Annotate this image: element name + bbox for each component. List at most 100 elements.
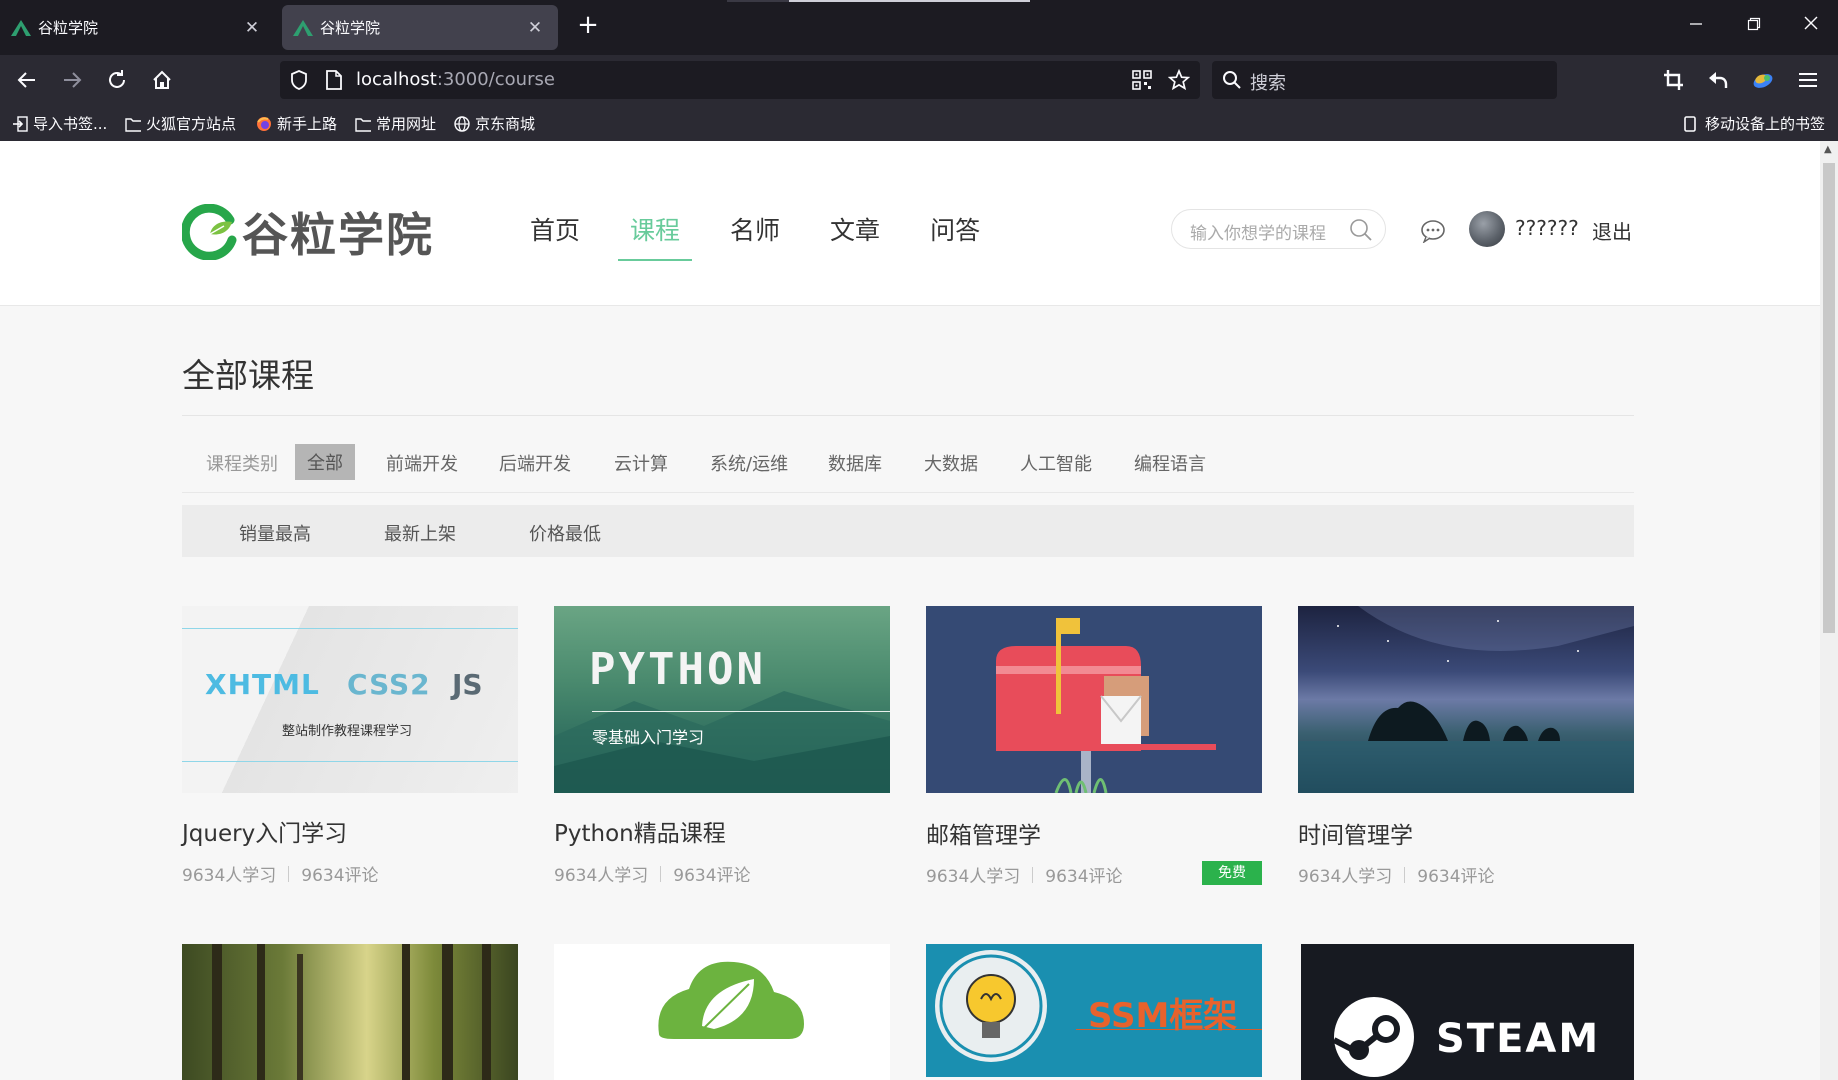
night-sky-islands (1298, 606, 1634, 793)
sort-best-selling[interactable]: 销量最高 (239, 520, 311, 546)
student-count: 9634人学习 (1298, 867, 1393, 887)
guli-favicon-icon (11, 19, 31, 36)
cover-subtitle: 零基础入门学习 (592, 728, 705, 747)
nav-articles[interactable]: 文章 (830, 211, 880, 266)
sort-bar: 销量最高 最新上架 价格最低 (182, 505, 1634, 557)
username[interactable]: ?????? (1515, 216, 1579, 240)
bookmark-firefox-site[interactable]: 火狐官方站点 (125, 113, 236, 134)
screenshot-button[interactable] (1659, 65, 1689, 95)
category-ai[interactable]: 人工智能 (1020, 450, 1092, 476)
course-title[interactable]: Jquery入门学习 (182, 814, 347, 848)
page-scrollbar[interactable]: ▲ (1820, 141, 1838, 1080)
bookmark-jd[interactable]: 京东商城 (454, 113, 535, 134)
undo-close-button[interactable] (1703, 65, 1733, 95)
search-icon[interactable] (1349, 218, 1373, 242)
new-tab-button[interactable]: + (574, 12, 602, 40)
cover-text-steam: STEAM (1436, 1016, 1601, 1062)
course-meta: 9634人学习 9634评论 (926, 862, 1123, 887)
import-icon (13, 115, 28, 132)
forward-button[interactable] (57, 65, 87, 95)
scrollbar-thumb[interactable] (1823, 163, 1835, 633)
url-text[interactable]: localhost:3000/course (356, 69, 555, 90)
course-cover-image[interactable] (1298, 606, 1634, 793)
scroll-up-arrow-icon[interactable]: ▲ (1824, 144, 1832, 155)
course-card[interactable] (554, 944, 890, 1080)
tab-close-icon[interactable]: ✕ (526, 19, 544, 37)
url-bar[interactable]: localhost:3000/course (280, 61, 1200, 99)
category-backend[interactable]: 后端开发 (499, 450, 571, 476)
nav-courses[interactable]: 课程 (618, 211, 693, 266)
category-cloud[interactable]: 云计算 (614, 450, 668, 476)
course-card[interactable] (182, 944, 518, 1080)
minimize-button[interactable] (1682, 14, 1710, 38)
shield-icon[interactable] (288, 69, 310, 91)
site-logo[interactable]: 谷粒学院 (182, 199, 434, 265)
category-database[interactable]: 数据库 (828, 450, 882, 476)
course-search-box[interactable]: 输入你想学的课程 (1171, 209, 1386, 249)
logout-link[interactable]: 退出 (1592, 216, 1632, 245)
category-label: 课程类别 (206, 454, 278, 475)
category-frontend[interactable]: 前端开发 (386, 450, 458, 476)
category-all[interactable]: 全部 (295, 444, 355, 480)
reload-icon (109, 70, 125, 88)
course-cover-image[interactable]: PYTHON 零基础入门学习 (554, 606, 890, 793)
course-title[interactable]: 邮箱管理学 (926, 816, 1041, 850)
comment-count: 9634评论 (1417, 867, 1495, 887)
course-card[interactable]: PYTHON 零基础入门学习 Python精品课程 9634人学习 9634评论 (554, 606, 890, 886)
course-cover-image[interactable] (182, 944, 518, 1080)
course-card[interactable]: XHTML CSS2 JS 整站制作教程课程学习 Jquery入门学习 9634… (182, 606, 518, 886)
message-icon[interactable] (1420, 219, 1446, 243)
course-cover-image[interactable] (554, 944, 890, 1080)
restore-button[interactable] (1740, 14, 1768, 38)
qr-code-icon[interactable] (1132, 70, 1152, 90)
home-icon (153, 70, 171, 89)
forest-illustration (212, 944, 491, 1080)
course-title[interactable]: 时间管理学 (1298, 816, 1413, 850)
steam-logo-icon (1332, 997, 1414, 1077)
guli-logo-icon (182, 204, 237, 260)
menu-button[interactable] (1793, 65, 1823, 95)
course-card[interactable]: 邮箱管理学 9634人学习 9634评论 免费 (926, 606, 1262, 887)
close-window-button[interactable] (1797, 14, 1825, 38)
nav-home[interactable]: 首页 (530, 211, 580, 266)
page-icon[interactable] (324, 69, 344, 91)
category-programming[interactable]: 编程语言 (1134, 450, 1206, 476)
course-cover-image[interactable] (926, 606, 1262, 793)
cover-text-xhtml: XHTML (205, 668, 320, 701)
nav-teachers[interactable]: 名师 (730, 211, 780, 266)
course-meta: 9634人学习 9634评论 (182, 861, 379, 886)
category-bigdata[interactable]: 大数据 (924, 450, 978, 476)
course-title[interactable]: Python精品课程 (554, 814, 726, 848)
reload-button[interactable] (102, 65, 132, 95)
course-meta: 9634人学习 9634评论 (1298, 862, 1495, 887)
browser-search-bar[interactable]: 搜索 (1212, 61, 1557, 99)
course-card[interactable]: STEAM (1301, 944, 1634, 1080)
course-cover-image[interactable]: STEAM (1301, 944, 1634, 1080)
bookmark-common-sites[interactable]: 常用网址 (355, 113, 436, 134)
bookmark-getting-started[interactable]: 新手上路 (256, 113, 337, 134)
tab-1[interactable]: 谷粒学院 ✕ (0, 5, 275, 50)
bookmark-mobile[interactable]: 移动设备上的书签 (1684, 113, 1825, 134)
course-search-placeholder: 输入你想学的课程 (1190, 224, 1326, 244)
sort-lowest-price[interactable]: 价格最低 (529, 520, 601, 546)
back-button[interactable] (12, 65, 42, 95)
tab-title: 谷粒学院 (320, 19, 381, 37)
home-button[interactable] (147, 65, 177, 95)
firefox-icon (257, 116, 271, 131)
minimize-icon (1690, 23, 1702, 25)
extension-button[interactable] (1748, 65, 1778, 95)
nav-qa[interactable]: 问答 (930, 211, 980, 266)
bookmark-import[interactable]: 导入书签... (12, 113, 107, 134)
course-cover-image[interactable]: SSM框架 (926, 944, 1262, 1077)
comment-count: 9634评论 (1045, 867, 1123, 887)
avatar[interactable] (1469, 211, 1505, 247)
tab-2-active[interactable]: 谷粒学院 ✕ (282, 5, 558, 50)
category-sysops[interactable]: 系统/运维 (710, 450, 788, 476)
course-card[interactable]: 时间管理学 9634人学习 9634评论 (1298, 606, 1634, 887)
course-cover-image[interactable]: XHTML CSS2 JS 整站制作教程课程学习 (182, 606, 518, 793)
tab-close-icon[interactable]: ✕ (243, 19, 261, 37)
sort-newest[interactable]: 最新上架 (384, 520, 456, 546)
bookmarks-toolbar: 导入书签... 火狐官方站点 新手上路 常用网址 京东商城 移动设备上的书签 (0, 105, 1838, 141)
course-card[interactable]: SSM框架 (926, 944, 1262, 1077)
star-icon[interactable] (1168, 69, 1190, 91)
